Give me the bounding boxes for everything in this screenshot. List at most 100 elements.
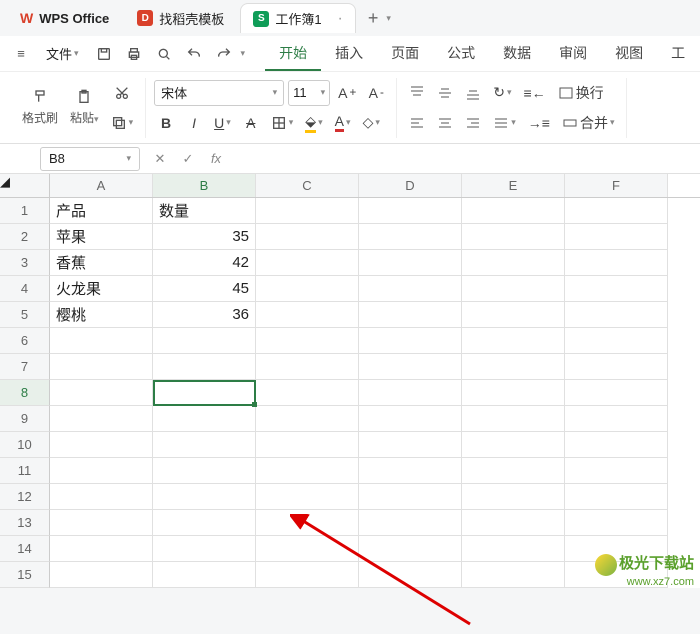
justify-icon[interactable]: ▾ bbox=[489, 110, 520, 136]
cell[interactable] bbox=[462, 536, 565, 562]
cell[interactable] bbox=[256, 458, 359, 484]
cell[interactable] bbox=[462, 484, 565, 510]
cell[interactable] bbox=[359, 302, 462, 328]
cell[interactable] bbox=[462, 302, 565, 328]
column-header[interactable]: D bbox=[359, 174, 462, 197]
cell[interactable] bbox=[462, 510, 565, 536]
cell[interactable] bbox=[153, 458, 256, 484]
cell[interactable] bbox=[50, 380, 153, 406]
cell[interactable]: 42 bbox=[153, 250, 256, 276]
cell[interactable] bbox=[462, 276, 565, 302]
fill-color-button[interactable]: ⬙▾ bbox=[301, 110, 326, 136]
undo-icon[interactable] bbox=[181, 41, 207, 67]
tab-page[interactable]: 页面 bbox=[377, 37, 433, 71]
cell[interactable]: 数量 bbox=[153, 198, 256, 224]
font-color-button[interactable]: A▾ bbox=[331, 110, 355, 136]
align-right-icon[interactable] bbox=[461, 110, 485, 136]
cell[interactable] bbox=[565, 198, 668, 224]
column-header[interactable]: F bbox=[565, 174, 668, 197]
cell[interactable] bbox=[462, 432, 565, 458]
cell[interactable] bbox=[153, 484, 256, 510]
column-header[interactable]: B bbox=[153, 174, 256, 197]
font-selector[interactable]: 宋体▾ bbox=[154, 80, 284, 106]
row-header[interactable]: 5 bbox=[0, 302, 50, 328]
row-header[interactable]: 15 bbox=[0, 562, 50, 588]
cell[interactable] bbox=[462, 198, 565, 224]
cell[interactable] bbox=[359, 224, 462, 250]
quickaccess-dropdown-icon[interactable]: ▾ bbox=[241, 48, 246, 59]
cell[interactable] bbox=[256, 328, 359, 354]
align-bottom-icon[interactable] bbox=[461, 80, 485, 106]
cell[interactable] bbox=[359, 562, 462, 588]
cell[interactable] bbox=[50, 510, 153, 536]
cell[interactable]: 火龙果 bbox=[50, 276, 153, 302]
cell[interactable] bbox=[359, 198, 462, 224]
cell[interactable] bbox=[256, 562, 359, 588]
cell[interactable] bbox=[50, 458, 153, 484]
cell[interactable] bbox=[565, 432, 668, 458]
indent-right-icon[interactable]: →≡ bbox=[524, 110, 554, 136]
row-header[interactable]: 11 bbox=[0, 458, 50, 484]
format-brush-button[interactable]: 格式刷 bbox=[18, 89, 62, 126]
bold-button[interactable]: B bbox=[154, 110, 178, 136]
column-header[interactable]: A bbox=[50, 174, 153, 197]
row-header[interactable]: 13 bbox=[0, 510, 50, 536]
align-middle-icon[interactable] bbox=[433, 80, 457, 106]
cell[interactable] bbox=[50, 562, 153, 588]
cell[interactable]: 香蕉 bbox=[50, 250, 153, 276]
cell[interactable] bbox=[359, 484, 462, 510]
row-header[interactable]: 2 bbox=[0, 224, 50, 250]
cell[interactable] bbox=[153, 510, 256, 536]
fx-icon[interactable]: fx bbox=[206, 151, 226, 166]
cell[interactable]: 产品 bbox=[50, 198, 153, 224]
tab-view[interactable]: 视图 bbox=[601, 37, 657, 71]
cell[interactable] bbox=[565, 406, 668, 432]
cell[interactable] bbox=[359, 536, 462, 562]
cell[interactable] bbox=[462, 380, 565, 406]
tab-start[interactable]: 开始 bbox=[265, 37, 321, 71]
row-header[interactable]: 4 bbox=[0, 276, 50, 302]
clear-format-icon[interactable]: ◇▾ bbox=[359, 110, 384, 136]
cell[interactable] bbox=[153, 562, 256, 588]
close-tab-icon[interactable]: · bbox=[338, 10, 343, 28]
app-tab[interactable]: W WPS Office bbox=[8, 3, 121, 33]
cut-icon[interactable] bbox=[107, 80, 138, 106]
cell[interactable] bbox=[359, 406, 462, 432]
save-icon[interactable] bbox=[91, 41, 117, 67]
cell[interactable] bbox=[359, 250, 462, 276]
row-header[interactable]: 8 bbox=[0, 380, 50, 406]
cell[interactable] bbox=[256, 302, 359, 328]
row-header[interactable]: 14 bbox=[0, 536, 50, 562]
cell[interactable] bbox=[565, 224, 668, 250]
row-header[interactable]: 6 bbox=[0, 328, 50, 354]
cell[interactable] bbox=[565, 354, 668, 380]
indent-left-icon[interactable]: ≡← bbox=[520, 80, 550, 106]
cell[interactable] bbox=[256, 380, 359, 406]
strike-button[interactable]: A bbox=[239, 110, 263, 136]
cell[interactable] bbox=[359, 380, 462, 406]
cell[interactable] bbox=[359, 276, 462, 302]
row-header[interactable]: 9 bbox=[0, 406, 50, 432]
cell[interactable] bbox=[153, 354, 256, 380]
cell[interactable] bbox=[462, 354, 565, 380]
cell[interactable] bbox=[462, 458, 565, 484]
cell[interactable] bbox=[153, 406, 256, 432]
cell[interactable] bbox=[565, 328, 668, 354]
tab-data[interactable]: 数据 bbox=[489, 37, 545, 71]
cell[interactable]: 36 bbox=[153, 302, 256, 328]
cell[interactable] bbox=[256, 406, 359, 432]
row-header[interactable]: 10 bbox=[0, 432, 50, 458]
row-header[interactable]: 7 bbox=[0, 354, 50, 380]
cell[interactable] bbox=[50, 536, 153, 562]
underline-button[interactable]: U▾ bbox=[210, 110, 235, 136]
cell[interactable] bbox=[50, 432, 153, 458]
cell[interactable] bbox=[50, 484, 153, 510]
cell[interactable] bbox=[359, 328, 462, 354]
add-tab-button[interactable]: + bbox=[360, 8, 387, 29]
cell[interactable] bbox=[565, 250, 668, 276]
preview-icon[interactable] bbox=[151, 41, 177, 67]
cell[interactable] bbox=[462, 224, 565, 250]
cell[interactable] bbox=[256, 276, 359, 302]
cell[interactable] bbox=[565, 276, 668, 302]
increase-font-icon[interactable]: A+ bbox=[334, 80, 360, 106]
